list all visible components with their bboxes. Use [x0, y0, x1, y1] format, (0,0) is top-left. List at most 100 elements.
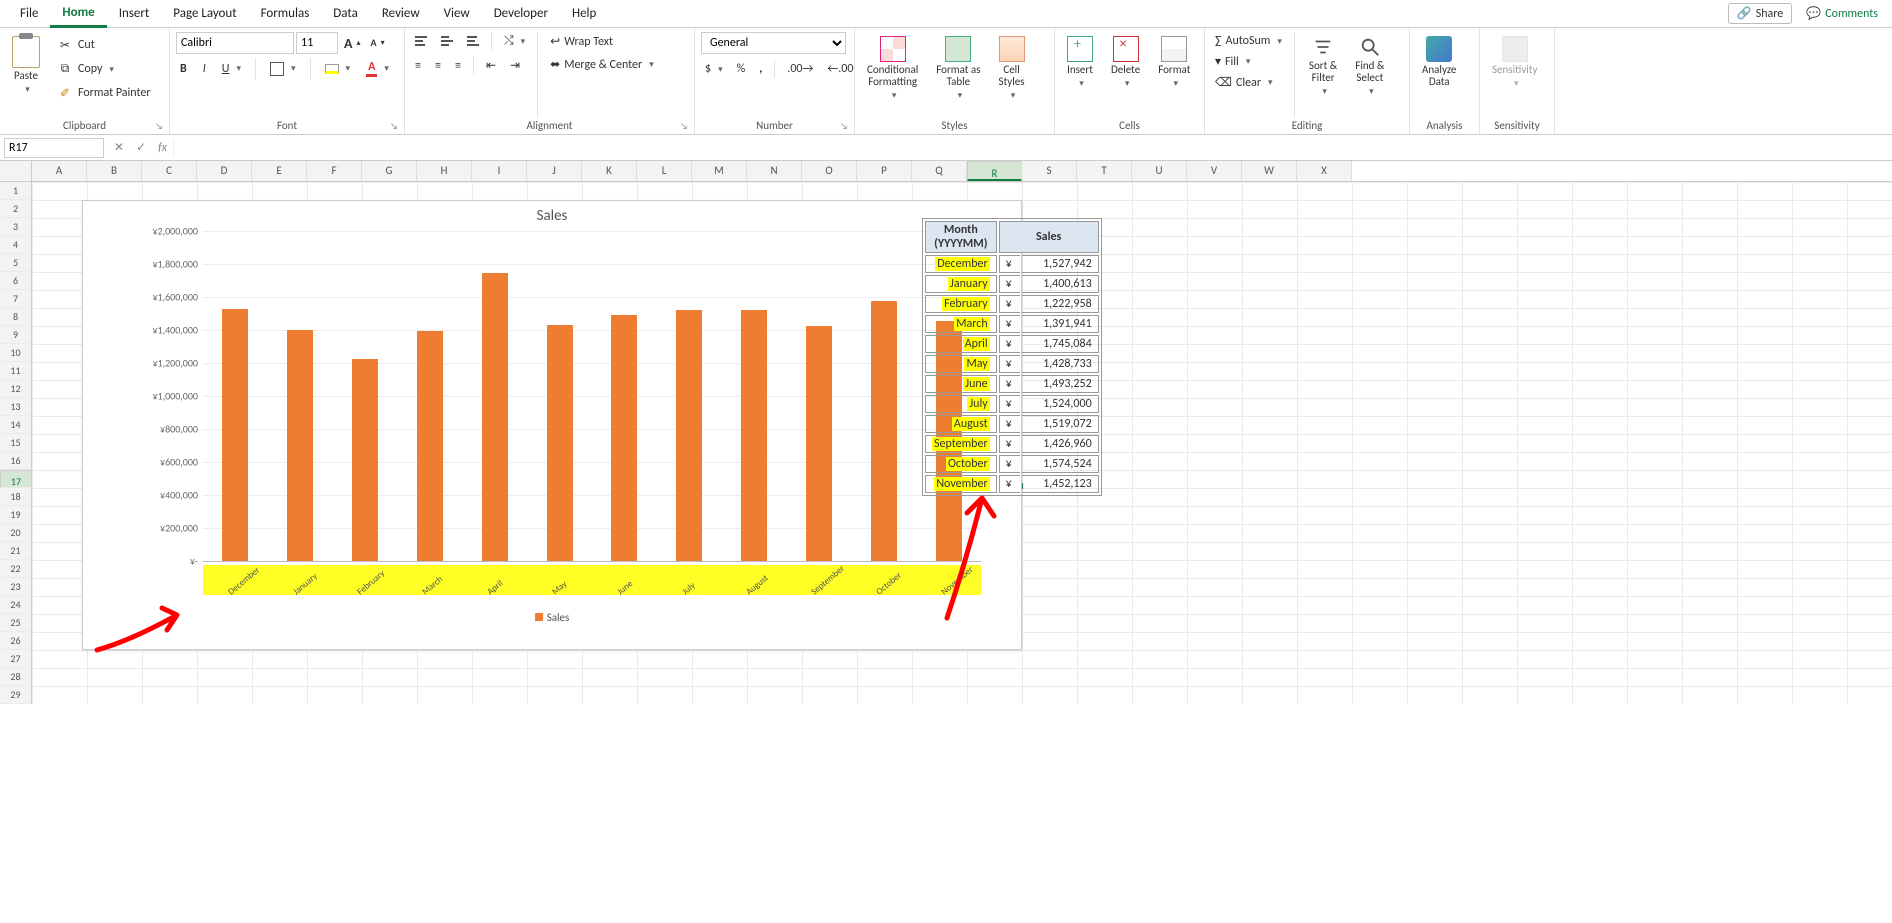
- column-header[interactable]: N: [747, 161, 802, 181]
- align-center-button[interactable]: ≡: [431, 57, 445, 75]
- tab-file[interactable]: File: [8, 1, 50, 26]
- column-header[interactable]: B: [87, 161, 142, 181]
- table-row[interactable]: May¥1,428,733: [925, 355, 1099, 373]
- cell-currency[interactable]: ¥: [999, 295, 1020, 313]
- cell-value[interactable]: 1,493,252: [1022, 375, 1099, 393]
- row-header[interactable]: 15: [0, 434, 32, 452]
- table-row[interactable]: March¥1,391,941: [925, 315, 1099, 333]
- align-bottom-button[interactable]: [463, 34, 483, 48]
- table-header-month[interactable]: Month (YYYYMM): [925, 221, 997, 253]
- accounting-format-button[interactable]: $: [701, 60, 727, 78]
- decrease-font-button[interactable]: ▾: [367, 34, 389, 52]
- table-row[interactable]: February¥1,222,958: [925, 295, 1099, 313]
- number-dialog-icon[interactable]: ↘: [840, 121, 848, 132]
- row-header[interactable]: 5: [0, 254, 32, 272]
- autosum-button[interactable]: ∑AutoSum: [1211, 32, 1286, 50]
- cell-currency[interactable]: ¥: [999, 335, 1020, 353]
- tab-home[interactable]: Home: [50, 0, 106, 28]
- row-header[interactable]: 3: [0, 218, 32, 236]
- enter-formula-button[interactable]: ✓: [130, 140, 152, 155]
- cell-value[interactable]: 1,400,613: [1022, 275, 1099, 293]
- cell-month[interactable]: July: [925, 395, 997, 413]
- select-all-corner[interactable]: [0, 161, 32, 181]
- row-header[interactable]: 19: [0, 506, 32, 524]
- column-header[interactable]: S: [1022, 161, 1077, 181]
- row-header[interactable]: 6: [0, 272, 32, 290]
- alignment-dialog-icon[interactable]: ↘: [680, 121, 688, 132]
- font-dialog-icon[interactable]: ↘: [390, 121, 398, 132]
- column-header[interactable]: L: [637, 161, 692, 181]
- bar[interactable]: [222, 309, 248, 561]
- align-middle-button[interactable]: [437, 34, 457, 48]
- table-row[interactable]: September¥1,426,960: [925, 435, 1099, 453]
- table-row[interactable]: April¥1,745,084: [925, 335, 1099, 353]
- number-format-select[interactable]: General: [701, 32, 846, 54]
- table-row[interactable]: October¥1,574,524: [925, 455, 1099, 473]
- cell-currency[interactable]: ¥: [999, 275, 1020, 293]
- row-header[interactable]: 10: [0, 344, 32, 362]
- tab-help[interactable]: Help: [560, 1, 608, 26]
- bar[interactable]: [352, 359, 378, 561]
- bar[interactable]: [547, 325, 573, 561]
- comments-button[interactable]: 💬Comments: [1800, 3, 1884, 24]
- cell-month[interactable]: May: [925, 355, 997, 373]
- table-header-sales[interactable]: Sales: [999, 221, 1099, 253]
- sort-filter-button[interactable]: Sort & Filter: [1303, 32, 1343, 101]
- insert-function-button[interactable]: fx: [152, 141, 173, 155]
- row-header[interactable]: 26: [0, 632, 32, 650]
- row-header[interactable]: 16: [0, 452, 32, 470]
- wrap-text-button[interactable]: ↩Wrap Text: [546, 32, 658, 51]
- cell-value[interactable]: 1,527,942: [1022, 255, 1099, 273]
- cell-month[interactable]: December: [925, 255, 997, 273]
- align-top-button[interactable]: [411, 34, 431, 48]
- row-header[interactable]: 14: [0, 416, 32, 434]
- font-color-button[interactable]: A: [362, 58, 393, 79]
- bar[interactable]: [806, 326, 832, 561]
- cell-currency[interactable]: ¥: [999, 435, 1020, 453]
- row-header[interactable]: 20: [0, 524, 32, 542]
- analyze-data-button[interactable]: Analyze Data: [1416, 32, 1462, 92]
- cell-currency[interactable]: ¥: [999, 455, 1020, 473]
- name-box[interactable]: [4, 138, 104, 158]
- row-header[interactable]: 29: [0, 686, 32, 704]
- row-header[interactable]: 8: [0, 308, 32, 326]
- cell-month[interactable]: September: [925, 435, 997, 453]
- decrease-decimal-button[interactable]: ←.00: [823, 60, 857, 78]
- row-header[interactable]: 4: [0, 236, 32, 254]
- percent-format-button[interactable]: %: [733, 60, 750, 78]
- column-header[interactable]: T: [1077, 161, 1132, 181]
- cell-styles-button[interactable]: Cell Styles: [993, 32, 1031, 105]
- sensitivity-button[interactable]: Sensitivity: [1486, 32, 1543, 93]
- row-header[interactable]: 12: [0, 380, 32, 398]
- cell-month[interactable]: August: [925, 415, 997, 433]
- row-header[interactable]: 21: [0, 542, 32, 560]
- row-header[interactable]: 25: [0, 614, 32, 632]
- cell-currency[interactable]: ¥: [999, 395, 1020, 413]
- chart-object[interactable]: Sales¥-¥200,000¥400,000¥600,000¥800,000¥…: [82, 200, 1022, 650]
- fill-color-button[interactable]: [321, 61, 355, 76]
- cell-value[interactable]: 1,428,733: [1022, 355, 1099, 373]
- table-row[interactable]: July¥1,524,000: [925, 395, 1099, 413]
- fill-button[interactable]: ▾Fill: [1211, 52, 1286, 71]
- column-header[interactable]: A: [32, 161, 87, 181]
- cell-month[interactable]: June: [925, 375, 997, 393]
- row-header[interactable]: 22: [0, 560, 32, 578]
- row-header[interactable]: 11: [0, 362, 32, 380]
- column-header[interactable]: K: [582, 161, 637, 181]
- cell-currency[interactable]: ¥: [999, 255, 1020, 273]
- decrease-indent-button[interactable]: ⇤: [482, 56, 500, 75]
- bar[interactable]: [417, 331, 443, 561]
- cell-month[interactable]: February: [925, 295, 997, 313]
- column-header[interactable]: V: [1187, 161, 1242, 181]
- orientation-button[interactable]: ⤭: [500, 32, 529, 50]
- column-header[interactable]: W: [1242, 161, 1297, 181]
- insert-cells-button[interactable]: Insert: [1061, 32, 1099, 93]
- bar[interactable]: [287, 330, 313, 561]
- cell-month[interactable]: March: [925, 315, 997, 333]
- column-header[interactable]: I: [472, 161, 527, 181]
- cell-value[interactable]: 1,574,524: [1022, 455, 1099, 473]
- format-cells-button[interactable]: Format: [1152, 32, 1196, 93]
- row-header[interactable]: 24: [0, 596, 32, 614]
- paste-button[interactable]: Paste: [6, 32, 46, 99]
- column-header[interactable]: F: [307, 161, 362, 181]
